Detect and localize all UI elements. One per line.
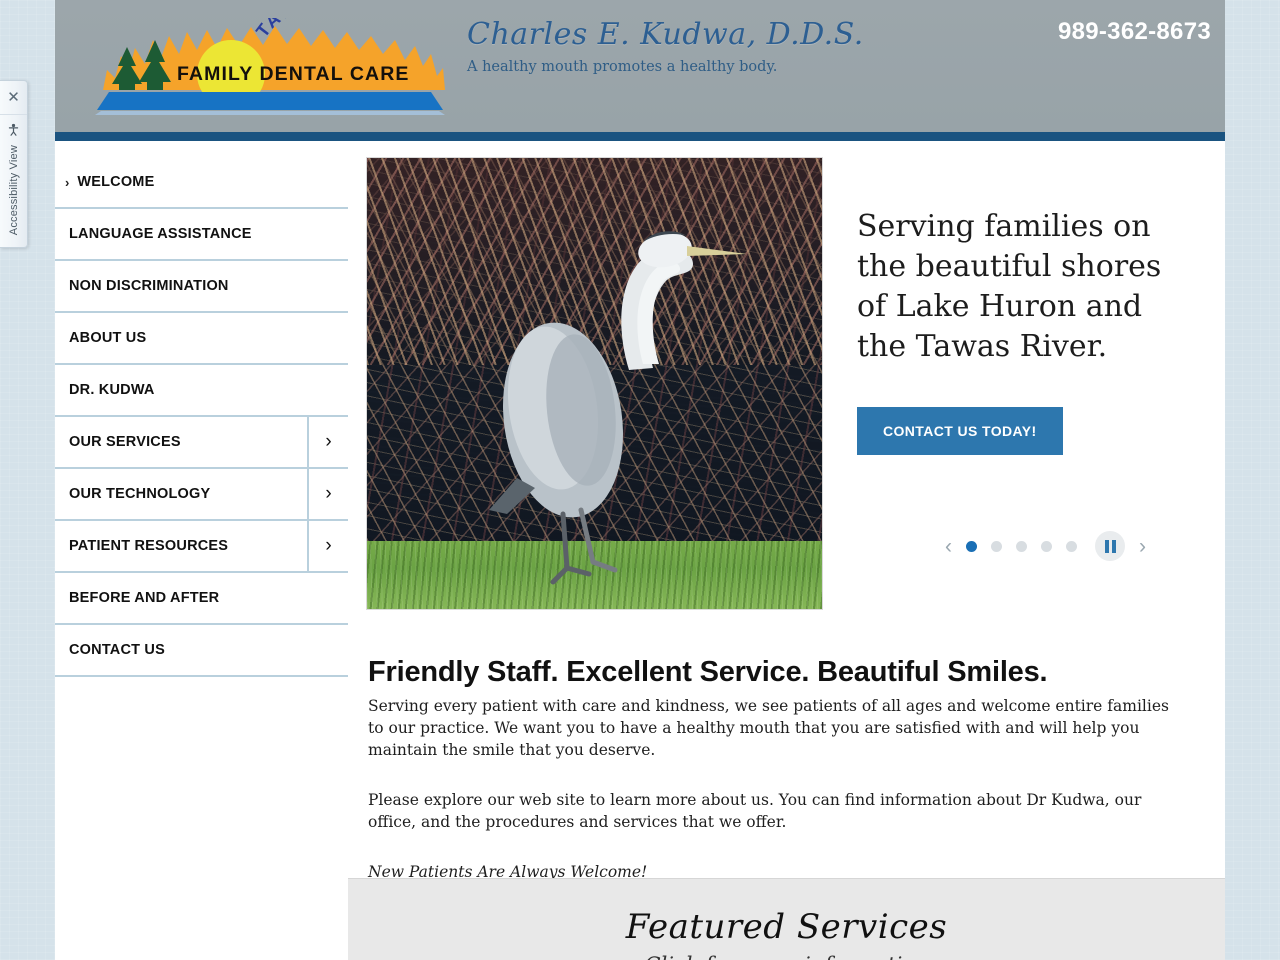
sidebar-item-label: CONTACT US	[69, 642, 165, 658]
accessibility-view-tab[interactable]: ✕ Accessibility View	[0, 80, 28, 248]
nav-label-cell[interactable]: OUR TECHNOLOGY	[55, 469, 307, 519]
site-header: TAWAS FAMILY DENTAL CARE Charles E. Kudw…	[55, 0, 1225, 132]
sidebar-item-about-us[interactable]: ABOUT US	[55, 313, 348, 365]
close-icon[interactable]: ✕	[0, 81, 27, 115]
intro-paragraph-2: Please explore our web site to learn mor…	[368, 791, 1142, 831]
featured-services-section: Featured Services Click for more informa…	[348, 878, 1225, 960]
intro-heading: Friendly Staff. Excellent Service. Beaut…	[368, 656, 1048, 688]
nav-label-cell[interactable]: › WELCOME	[55, 157, 348, 207]
sidebar-item-non-discrimination[interactable]: NON DISCRIMINATION	[55, 261, 348, 313]
sidebar-item-label: LANGUAGE ASSISTANCE	[69, 226, 252, 242]
accessibility-view-toggle[interactable]: Accessibility View	[0, 115, 27, 247]
sidebar-item-label: PATIENT RESOURCES	[69, 538, 229, 554]
sidebar-item-label: ABOUT US	[69, 330, 147, 346]
nav-label-cell[interactable]: ABOUT US	[55, 313, 348, 363]
main-navigation-sidebar: › WELCOME LANGUAGE ASSISTANCE NON DISCRI…	[55, 141, 348, 960]
accessibility-person-icon	[7, 123, 20, 141]
sidebar-item-patient-resources[interactable]: PATIENT RESOURCES ›	[55, 521, 348, 573]
chevron-right-icon[interactable]: ›	[307, 469, 348, 519]
heron-illustration	[489, 231, 747, 585]
hero-heading: Serving families on the beautiful shores…	[857, 209, 1162, 364]
body-wrapper: › WELCOME LANGUAGE ASSISTANCE NON DISCRI…	[55, 141, 1225, 960]
featured-services-subtitle: Click for more information	[645, 953, 929, 960]
carousel-pause-button[interactable]	[1095, 531, 1125, 561]
header-accent-bar	[55, 132, 1225, 141]
pause-icon	[1104, 539, 1109, 553]
main-content: Serving families on the beautiful shores…	[348, 141, 1225, 960]
intro-section: Friendly Staff. Excellent Service. Beaut…	[348, 610, 1225, 883]
practice-tagline: A healthy mouth promotes a healthy body.	[467, 59, 778, 75]
chevron-right-icon[interactable]: ›	[307, 417, 348, 467]
featured-services-title: Featured Services	[625, 907, 948, 947]
sidebar-item-label: NON DISCRIMINATION	[69, 278, 229, 294]
sidebar-item-welcome[interactable]: › WELCOME	[55, 157, 348, 209]
nav-label-cell[interactable]: CONTACT US	[55, 625, 348, 675]
hero-slide-image[interactable]	[366, 157, 823, 610]
nav-label-cell[interactable]: LANGUAGE ASSISTANCE	[55, 209, 348, 259]
nav-label-cell[interactable]: BEFORE AND AFTER	[55, 573, 348, 623]
carousel-controls: ‹ ›	[857, 531, 1195, 561]
accessibility-view-label: Accessibility View	[7, 145, 20, 236]
nav-label-cell[interactable]: OUR SERVICES	[55, 417, 307, 467]
carousel-next-icon[interactable]: ›	[1139, 536, 1146, 557]
chevron-right-small-icon: ›	[65, 174, 70, 190]
sidebar-item-label: OUR TECHNOLOGY	[69, 486, 211, 502]
intro-paragraph-1: Serving every patient with care and kind…	[368, 697, 1169, 759]
nav-label-cell[interactable]: NON DISCRIMINATION	[55, 261, 348, 311]
sidebar-item-label: DR. KUDWA	[69, 382, 155, 398]
carousel-dot-3[interactable]	[1016, 540, 1027, 552]
sidebar-item-contact-us[interactable]: CONTACT US	[55, 625, 348, 677]
svg-text:FAMILY DENTAL CARE: FAMILY DENTAL CARE	[177, 63, 410, 85]
sidebar-item-label: OUR SERVICES	[69, 434, 181, 450]
nav-label-cell[interactable]: DR. KUDWA	[55, 365, 348, 415]
carousel-prev-icon[interactable]: ‹	[945, 536, 952, 557]
phone-number[interactable]: 989-362-8673	[1058, 18, 1211, 46]
contact-us-today-button[interactable]: CONTACT US TODAY!	[857, 407, 1063, 455]
carousel-dot-4[interactable]	[1041, 540, 1052, 552]
sidebar-item-our-services[interactable]: OUR SERVICES ›	[55, 417, 348, 469]
chevron-right-icon[interactable]: ›	[307, 521, 348, 571]
hero-section: Serving families on the beautiful shores…	[348, 141, 1225, 610]
sidebar-item-label: BEFORE AND AFTER	[69, 590, 220, 606]
svg-text:TAWAS: TAWAS	[252, 18, 328, 41]
pause-icon	[1111, 539, 1116, 553]
sidebar-item-our-technology[interactable]: OUR TECHNOLOGY ›	[55, 469, 348, 521]
sidebar-item-label: WELCOME	[77, 174, 155, 190]
site-container: TAWAS FAMILY DENTAL CARE Charles E. Kudw…	[55, 0, 1225, 960]
sidebar-item-dr-kudwa[interactable]: DR. KUDWA	[55, 365, 348, 417]
sidebar-item-language-assistance[interactable]: LANGUAGE ASSISTANCE	[55, 209, 348, 261]
carousel-dot-2[interactable]	[991, 540, 1002, 552]
sidebar-item-before-and-after[interactable]: BEFORE AND AFTER	[55, 573, 348, 625]
carousel-dot-5[interactable]	[1066, 540, 1077, 552]
tawas-family-dental-care-logo[interactable]: TAWAS FAMILY DENTAL CARE	[95, 18, 445, 116]
doctor-identity: Charles E. Kudwa, D.D.S. A healthy mouth…	[467, 17, 887, 75]
nav-label-cell[interactable]: PATIENT RESOURCES	[55, 521, 307, 571]
carousel-dot-1[interactable]	[966, 540, 977, 552]
doctor-name: Charles E. Kudwa, D.D.S.	[467, 17, 864, 52]
hero-text-panel: Serving families on the beautiful shores…	[823, 157, 1225, 610]
